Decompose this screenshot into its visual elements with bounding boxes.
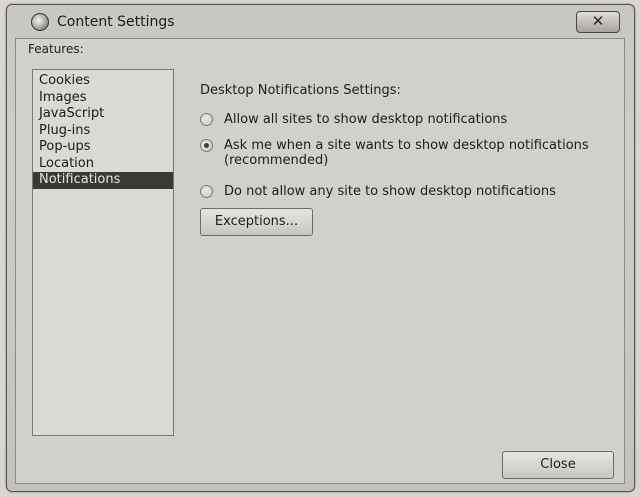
settings-heading: Desktop Notifications Settings: [200,83,401,98]
close-icon: ✕ [591,12,605,30]
close-button[interactable]: Close [502,451,614,479]
radio-block-all[interactable] [200,185,213,198]
features-label: Features: [28,42,84,56]
feature-item-notifications[interactable]: Notifications [33,172,173,189]
feature-item-javascript[interactable]: JavaScript [33,106,173,123]
option-allow-all-label: Allow all sites to show desktop notifica… [224,112,508,127]
feature-item-cookies[interactable]: Cookies [33,73,173,90]
option-ask-me-label: Ask me when a site wants to show desktop… [224,138,589,153]
title-bar: Content Settings ✕ [7,5,634,39]
radio-allow-all[interactable] [200,113,213,126]
radio-ask-me[interactable] [200,139,213,152]
window-title: Content Settings [57,14,175,30]
feature-item-images[interactable]: Images [33,90,173,107]
option-ask-me-label-line2: (recommended) [224,153,329,168]
feature-item-plug-ins[interactable]: Plug-ins [33,123,173,140]
feature-item-location[interactable]: Location [33,156,173,173]
features-list[interactable]: Cookies Images JavaScript Plug-ins Pop-u… [32,69,174,436]
app-icon [31,13,49,31]
exceptions-button[interactable]: Exceptions... [200,208,313,236]
option-block-all-label: Do not allow any site to show desktop no… [224,184,556,199]
window-close-button[interactable]: ✕ [576,11,620,33]
feature-item-pop-ups[interactable]: Pop-ups [33,139,173,156]
